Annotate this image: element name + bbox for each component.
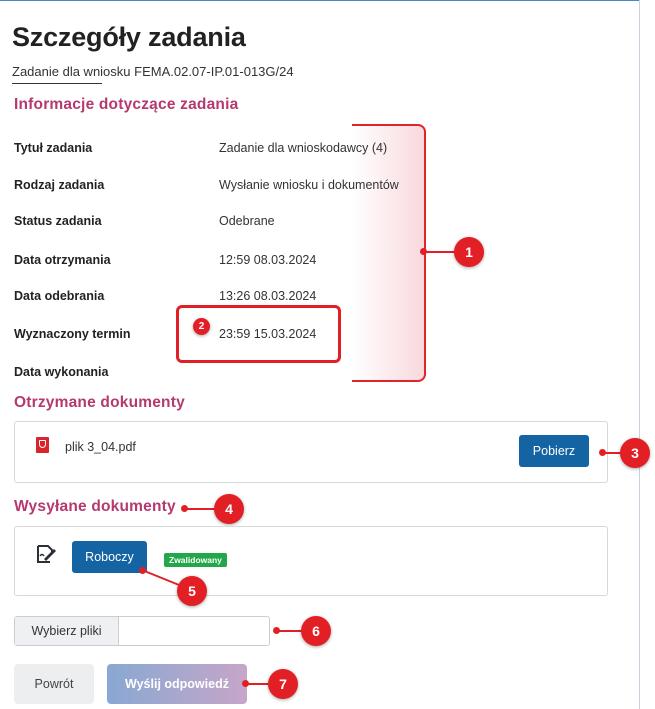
annotation-badge-2: 2 [193,318,210,335]
value-received-date: 12:59 08.03.2024 [219,253,317,267]
annotation-badge-3: 3 [620,438,650,468]
page-title: Szczegóły zadania [12,22,246,52]
value-task-type: Wysłanie wniosku i dokumentów [219,178,399,192]
section-title-received: Otrzymane dokumenty [14,394,185,411]
label-task-status: Status zadania [14,214,102,228]
value-task-status: Odebrane [219,214,275,228]
download-button[interactable]: Pobierz [519,435,589,467]
highlight-box-info [352,124,426,382]
draft-button[interactable]: Roboczy [72,541,147,573]
value-pickup-date: 13:26 08.03.2024 [219,289,317,303]
choose-files-button[interactable]: Wybierz pliki [15,617,119,645]
label-task-title: Tytuł zadania [14,141,93,155]
window-right-border [639,0,640,709]
page-subtitle: Zadanie dla wniosku FEMA.02.07-IP.01-013… [12,64,294,79]
back-button[interactable]: Powrót [14,664,94,704]
annotation-badge-4: 4 [214,494,244,524]
label-received-date: Data otrzymania [14,253,111,267]
annotation-connector-1 [424,251,456,253]
received-file-name[interactable]: plik 3_04.pdf [65,440,136,454]
label-pickup-date: Data odebrania [14,289,105,303]
label-task-type: Rodzaj zadania [14,178,105,192]
file-picker[interactable]: Wybierz pliki [14,616,270,646]
pdf-icon [36,437,49,453]
section-title-sent: Wysyłane dokumenty [14,498,176,515]
window-top-border [0,0,640,1]
annotation-connector-6 [277,630,303,632]
annotation-badge-6: 6 [301,616,331,646]
validated-badge: Zwalidowany [164,553,227,567]
value-task-title: Zadanie dla wnioskodawcy (4) [219,141,388,155]
file-picker-value[interactable] [119,617,269,645]
signature-icon [37,545,56,563]
section-title-info: Informacje dotyczące zadania [14,96,239,113]
send-response-button[interactable]: Wyślij odpowiedź [107,664,247,704]
annotation-connector-4 [185,508,215,510]
annotation-badge-7: 7 [268,669,298,699]
subtitle-underline [12,83,102,84]
annotation-connector-7 [246,683,270,685]
annotation-badge-1: 1 [454,237,484,267]
annotation-badge-5: 5 [177,576,207,606]
label-deadline: Wyznaczony termin [14,327,131,341]
label-completion-date: Data wykonania [14,365,109,379]
